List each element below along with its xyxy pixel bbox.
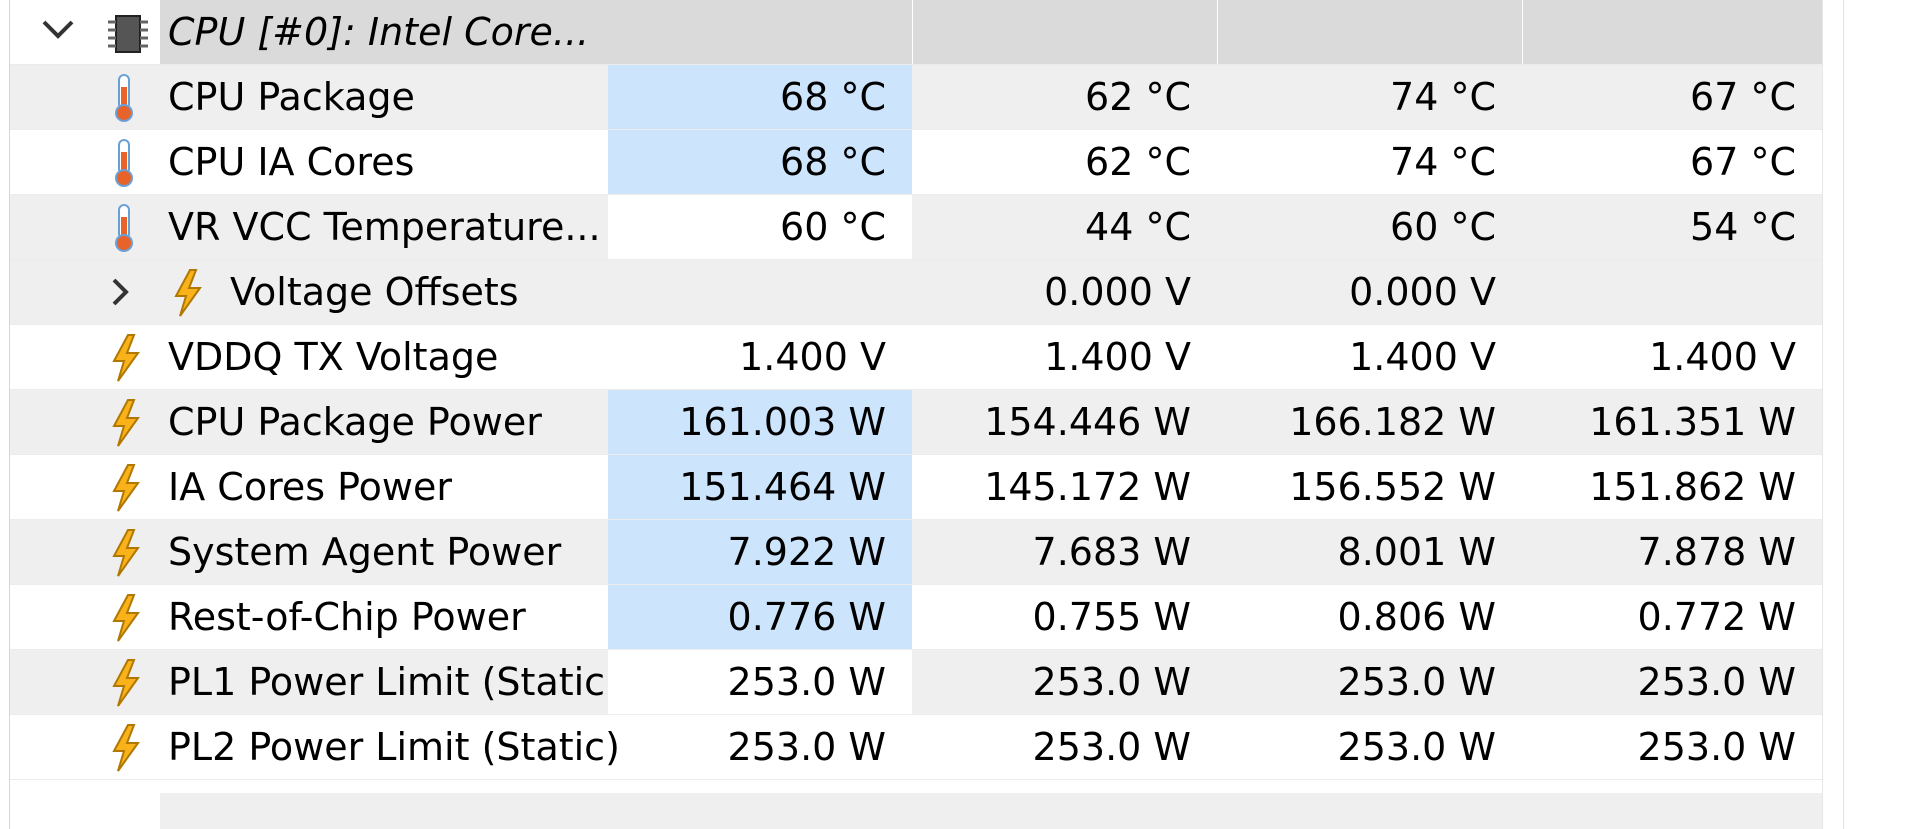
sensor-table: CPU [#0]: Intel Core... CPU Package 68 °… <box>10 0 1822 780</box>
lightning-icon <box>110 528 142 587</box>
sensor-row[interactable]: IA Cores Power 151.464 W 145.172 W 156.5… <box>10 455 1822 520</box>
sensor-name: PL1 Power Limit (Static) <box>168 660 620 704</box>
sensor-name: VDDQ TX Voltage <box>168 335 499 379</box>
sensor-value-min: 0.755 W <box>1032 595 1191 639</box>
sensor-value-min: 62 °C <box>1085 75 1191 119</box>
sensor-value-current: 1.400 V <box>739 335 886 379</box>
sensor-value-current: 253.0 W <box>727 725 886 769</box>
sensor-value-max: 156.552 W <box>1289 465 1496 509</box>
sensor-value-max: 0.806 W <box>1337 595 1496 639</box>
header-cell <box>608 0 912 64</box>
sensor-value-min: 1.400 V <box>1044 335 1191 379</box>
header-cell <box>1218 0 1522 64</box>
sensor-value-min: 7.683 W <box>1032 530 1191 574</box>
window-left-border <box>0 0 10 829</box>
sensor-value-current: 7.922 W <box>608 520 912 584</box>
chevron-down-icon[interactable] <box>38 0 78 58</box>
lightning-icon <box>172 268 204 327</box>
sensor-name: System Agent Power <box>168 530 562 574</box>
sensor-value-avg: 67 °C <box>1690 75 1796 119</box>
sensor-value-current: 68 °C <box>608 65 912 129</box>
sensor-row[interactable]: VDDQ TX Voltage 1.400 V 1.400 V 1.400 V … <box>10 325 1822 390</box>
header-cell <box>913 0 1217 64</box>
sensor-value-min: 253.0 W <box>1032 660 1191 704</box>
sensor-value-avg <box>1523 260 1822 324</box>
sensor-name: CPU Package <box>168 75 415 119</box>
sensor-value-avg: 253.0 W <box>1637 725 1796 769</box>
sensor-row[interactable]: CPU IA Cores 68 °C 62 °C 74 °C 67 °C <box>10 130 1822 195</box>
sensor-name: Voltage Offsets <box>230 270 519 314</box>
cpu-chip-icon <box>108 12 148 65</box>
sensor-group-name: CPU [#0]: Intel Core... <box>168 10 590 54</box>
sensor-value-current: 151.464 W <box>608 455 912 519</box>
sensor-value-max: 74 °C <box>1390 75 1496 119</box>
sensor-value-current: 60 °C <box>608 195 912 259</box>
sensor-value-avg: 54 °C <box>1690 205 1796 249</box>
lightning-icon <box>110 463 142 522</box>
header-cell <box>1523 0 1822 64</box>
sensor-row[interactable]: PL2 Power Limit (Static) 253.0 W 253.0 W… <box>10 715 1822 780</box>
sensor-value-min: 154.446 W <box>984 400 1191 444</box>
sensor-value-avg: 7.878 W <box>1637 530 1796 574</box>
sensor-name: PL2 Power Limit (Static) <box>168 725 620 769</box>
thermometer-icon <box>110 73 138 132</box>
empty-row-area <box>160 793 1822 829</box>
sensor-value-max: 74 °C <box>1390 140 1496 184</box>
sensor-value-max: 60 °C <box>1390 205 1496 249</box>
sensor-row[interactable]: VR VCC Temperature... 60 °C 44 °C 60 °C … <box>10 195 1822 260</box>
sensor-value-current <box>608 260 912 324</box>
sensor-value-avg: 151.862 W <box>1589 465 1796 509</box>
sensor-value-max: 253.0 W <box>1337 725 1496 769</box>
lightning-icon <box>110 593 142 652</box>
sensor-value-min: 253.0 W <box>1032 725 1191 769</box>
sensor-value-avg: 161.351 W <box>1589 400 1796 444</box>
sensor-value-max: 253.0 W <box>1337 660 1496 704</box>
sensor-row[interactable]: Rest-of-Chip Power 0.776 W 0.755 W 0.806… <box>10 585 1822 650</box>
sensor-subgroup-row[interactable]: Voltage Offsets 0.000 V 0.000 V <box>10 260 1822 325</box>
vertical-scrollbar[interactable] <box>1843 0 1920 829</box>
sensor-row[interactable]: System Agent Power 7.922 W 7.683 W 8.001… <box>10 520 1822 585</box>
sensor-value-min: 44 °C <box>1085 205 1191 249</box>
sensor-name: IA Cores Power <box>168 465 452 509</box>
sensor-group-header[interactable]: CPU [#0]: Intel Core... <box>10 0 1822 65</box>
sensor-value-min: 145.172 W <box>984 465 1191 509</box>
sensor-value-max: 1.400 V <box>1349 335 1496 379</box>
sensor-value-current: 161.003 W <box>608 390 912 454</box>
sensor-value-current: 0.776 W <box>608 585 912 649</box>
thermometer-icon <box>110 203 138 262</box>
lightning-icon <box>110 723 142 782</box>
chevron-right-icon[interactable] <box>108 260 132 324</box>
lightning-icon <box>110 398 142 457</box>
sensor-row[interactable]: CPU Package 68 °C 62 °C 74 °C 67 °C <box>10 65 1822 130</box>
sensor-value-avg: 253.0 W <box>1637 660 1796 704</box>
sensor-value-max: 8.001 W <box>1337 530 1496 574</box>
sensor-row[interactable]: CPU Package Power 161.003 W 154.446 W 16… <box>10 390 1822 455</box>
sensor-name: VR VCC Temperature... <box>168 205 601 249</box>
sensor-value-avg: 1.400 V <box>1649 335 1796 379</box>
sensor-name: Rest-of-Chip Power <box>168 595 526 639</box>
sensor-row[interactable]: PL1 Power Limit (Static) 253.0 W 253.0 W… <box>10 650 1822 715</box>
sensor-value-avg: 0.772 W <box>1637 595 1796 639</box>
sensor-value-max: 166.182 W <box>1289 400 1496 444</box>
sensor-name: CPU Package Power <box>168 400 542 444</box>
sensor-value-min: 62 °C <box>1085 140 1191 184</box>
lightning-icon <box>110 333 142 392</box>
thermometer-icon <box>110 138 138 197</box>
sensor-value-current: 68 °C <box>608 130 912 194</box>
sensor-value-max: 0.000 V <box>1349 270 1496 314</box>
sensor-value-avg: 67 °C <box>1690 140 1796 184</box>
sensor-value-min: 0.000 V <box>1044 270 1191 314</box>
sensor-name: CPU IA Cores <box>168 140 415 184</box>
table-right-edge <box>1822 0 1843 829</box>
lightning-icon <box>110 658 142 717</box>
sensor-value-current: 253.0 W <box>608 650 912 714</box>
